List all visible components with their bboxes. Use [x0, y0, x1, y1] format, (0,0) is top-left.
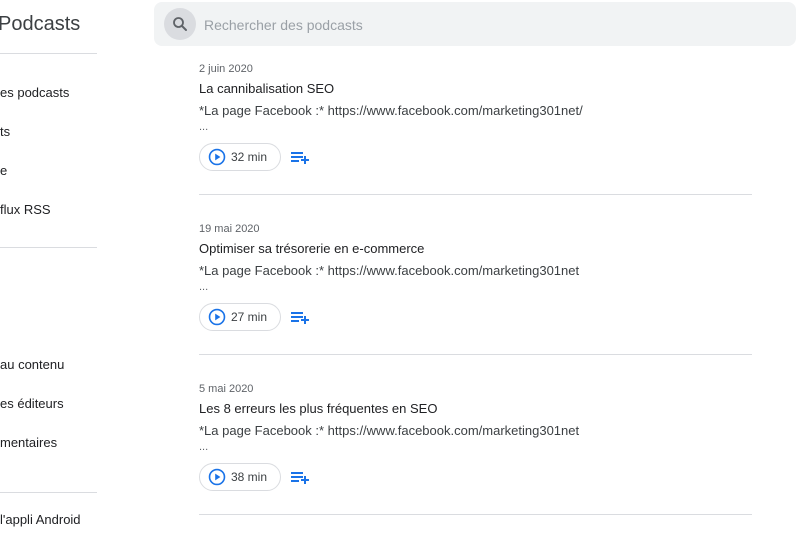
search-bar [154, 2, 796, 46]
search-input[interactable] [202, 10, 766, 40]
add-to-queue-button[interactable] [289, 467, 313, 487]
app-title: Podcasts [0, 13, 81, 35]
episode-card: 19 mai 2020 Optimiser sa trésorerie en e… [199, 223, 752, 373]
episode-ellipsis: ... [199, 441, 209, 453]
search-icon[interactable] [164, 8, 196, 40]
play-button[interactable]: 32 min [199, 143, 281, 171]
episode-date: 5 mai 2020 [199, 383, 254, 395]
episode-duration: 38 min [231, 470, 268, 484]
sidebar-item-3[interactable]: e [0, 163, 7, 178]
episode-description: *La page Facebook :* https://www.faceboo… [199, 103, 583, 118]
episode-divider [199, 354, 752, 355]
add-to-queue-button[interactable] [289, 147, 313, 167]
episode-title[interactable]: La cannibalisation SEO [199, 81, 334, 96]
episode-date: 19 mai 2020 [199, 223, 260, 235]
add-to-queue-button[interactable] [289, 307, 313, 327]
sidebar-item-comments[interactable]: mentaires [0, 435, 57, 450]
play-button[interactable]: 27 min [199, 303, 281, 331]
sidebar-divider [0, 53, 97, 54]
episode-duration: 32 min [231, 150, 268, 164]
playlist-add-icon [291, 152, 309, 164]
sidebar-divider [0, 247, 97, 248]
play-button[interactable]: 38 min [199, 463, 281, 491]
play-circle-icon [208, 468, 226, 486]
episode-title[interactable]: Optimiser sa trésorerie en e-commerce [199, 241, 424, 256]
play-circle-icon [208, 308, 226, 326]
episode-description: *La page Facebook :* https://www.faceboo… [199, 263, 580, 278]
episode-card: 5 mai 2020 Les 8 erreurs les plus fréque… [199, 383, 752, 533]
episode-card: 2 juin 2020 La cannibalisation SEO *La p… [199, 63, 752, 213]
episode-duration: 27 min [231, 310, 268, 324]
sidebar-item-content[interactable]: au contenu [0, 357, 64, 372]
sidebar-item-2[interactable]: ts [0, 124, 10, 139]
playlist-add-icon [291, 312, 309, 324]
episode-ellipsis: ... [199, 121, 209, 133]
episode-title[interactable]: Les 8 erreurs les plus fréquentes en SEO [199, 401, 437, 416]
sidebar-item-my-podcasts[interactable]: es podcasts [0, 85, 69, 100]
episode-divider [199, 514, 752, 515]
playlist-add-icon [291, 472, 309, 484]
episode-ellipsis: ... [199, 281, 209, 293]
sidebar-item-android-app[interactable]: l'appli Android [0, 512, 81, 527]
episode-description: *La page Facebook :* https://www.faceboo… [199, 423, 580, 438]
sidebar: Podcasts es podcasts ts e flux RSS au co… [0, 0, 98, 531]
episode-date: 2 juin 2020 [199, 63, 253, 75]
episode-divider [199, 194, 752, 195]
sidebar-divider [0, 492, 97, 493]
sidebar-item-publishers[interactable]: es éditeurs [0, 396, 64, 411]
sidebar-item-rss-feed[interactable]: flux RSS [0, 202, 51, 217]
play-circle-icon [208, 148, 226, 166]
